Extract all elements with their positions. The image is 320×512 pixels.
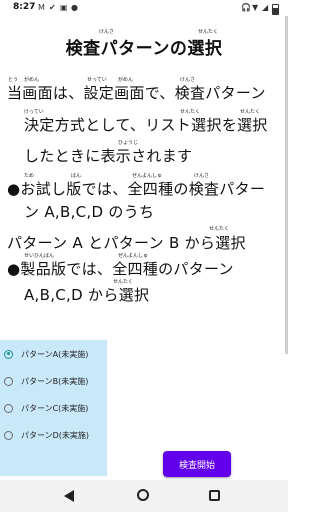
- paragraph2-line2: ン A,B,C,D のうち: [24, 203, 155, 221]
- status-bar: 8:27 M ✔ ▣ ● 🎧 ▼ ◢: [0, 0, 288, 16]
- radio-pattern-c[interactable]: パターンC(未実施): [4, 398, 107, 418]
- start-inspection-button[interactable]: 検査開始: [163, 451, 231, 477]
- page-title: 検査パターンの選択: [65, 39, 223, 59]
- scrollbar[interactable]: [285, 16, 288, 354]
- check-icon: ✔: [49, 3, 56, 12]
- back-icon[interactable]: [64, 490, 74, 502]
- pattern-radio-group: パターンA(未実施) パターンB(未実施) パターンC(未実施) パターンD(未…: [0, 340, 107, 476]
- navigation-bar: [0, 480, 288, 512]
- wifi-icon: ▼: [252, 3, 259, 12]
- radio-unchecked-icon[interactable]: [4, 403, 13, 413]
- radio-unchecked-icon[interactable]: [4, 376, 13, 386]
- radio-pattern-d[interactable]: パターンD(未実施): [4, 425, 107, 445]
- home-icon[interactable]: [137, 489, 149, 501]
- status-time: 8:27: [13, 2, 36, 12]
- radio-label-c: パターンC(未実施): [21, 403, 89, 413]
- battery-icon: [272, 4, 279, 15]
- app-icon: ▣: [60, 3, 68, 12]
- dot-icon: ●: [71, 3, 78, 12]
- paragraph1-line3: したときに表示されます: [24, 147, 193, 165]
- paragraph3-line1: ●製品版では、全四種のパターン: [7, 260, 234, 278]
- radio-label-d: パターンD(未実施): [21, 430, 90, 440]
- headphones-icon: 🎧: [241, 3, 251, 12]
- recent-apps-icon[interactable]: [209, 490, 220, 501]
- mail-icon: M: [38, 3, 45, 12]
- radio-pattern-a[interactable]: パターンA(未実施): [4, 344, 107, 364]
- paragraph3-line2: A,B,C,D から選択: [24, 286, 150, 304]
- radio-label-b: パターンB(未実施): [21, 376, 89, 386]
- radio-unchecked-icon[interactable]: [4, 430, 13, 440]
- paragraph1-line2: 決定方式として、リスト選択を選択: [24, 116, 268, 134]
- radio-label-a: パターンA(未実施): [21, 349, 89, 359]
- ruby-sentaku3: せんたく: [209, 226, 230, 232]
- paragraph2-line1: ●お試し版では、全四種の検査パター: [7, 180, 266, 198]
- radio-checked-icon[interactable]: [4, 349, 13, 359]
- paragraph2-line3: パターン A とパターン B から選択: [7, 234, 246, 252]
- paragraph1-line1: 当画面は、設定画面で、検査パターン: [7, 84, 266, 102]
- signal-icon: ◢: [262, 3, 269, 12]
- radio-pattern-b[interactable]: パターンB(未実施): [4, 371, 107, 391]
